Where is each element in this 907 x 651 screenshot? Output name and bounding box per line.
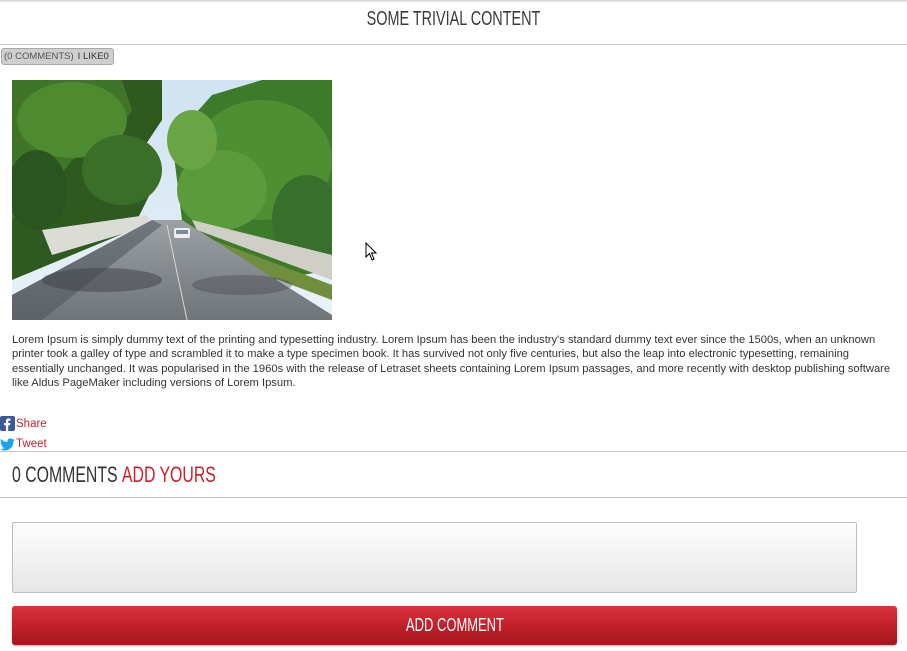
add-yours-link[interactable]: ADD YOURS bbox=[122, 462, 216, 487]
twitter-share[interactable]: Tweet bbox=[0, 433, 47, 451]
article-body: Lorem Ipsum is simply dummy text of the … bbox=[12, 334, 891, 389]
twitter-icon[interactable] bbox=[0, 438, 15, 451]
facebook-share[interactable]: Share bbox=[0, 413, 47, 431]
title-divider bbox=[0, 44, 907, 45]
social-divider bbox=[0, 451, 907, 452]
like-button[interactable]: I LIKE0 bbox=[78, 51, 109, 62]
article-meta-badge[interactable]: (0 COMMENTS) I LIKE0 bbox=[1, 48, 114, 65]
top-shadow bbox=[0, 0, 907, 3]
comments-divider bbox=[0, 497, 907, 498]
tweet-link[interactable]: Tweet bbox=[16, 438, 47, 451]
mouse-cursor-icon bbox=[365, 242, 378, 261]
add-comment-label: ADD COMMENT bbox=[405, 615, 504, 635]
article-photo bbox=[12, 80, 332, 320]
comments-count: 0 COMMENTS bbox=[12, 462, 118, 487]
comments-count-meta[interactable]: (0 COMMENTS) bbox=[4, 51, 74, 62]
like-label: I LIKE bbox=[77, 51, 104, 62]
add-comment-button[interactable]: ADD COMMENT bbox=[12, 606, 897, 645]
comment-input[interactable] bbox=[12, 522, 857, 593]
comments-heading: 0 COMMENTS ADD YOURS bbox=[12, 462, 216, 488]
like-count: 0 bbox=[103, 51, 109, 62]
page-title: SOME TRIVIAL CONTENT bbox=[366, 8, 541, 30]
share-link[interactable]: Share bbox=[16, 418, 47, 431]
facebook-icon[interactable] bbox=[0, 416, 15, 431]
